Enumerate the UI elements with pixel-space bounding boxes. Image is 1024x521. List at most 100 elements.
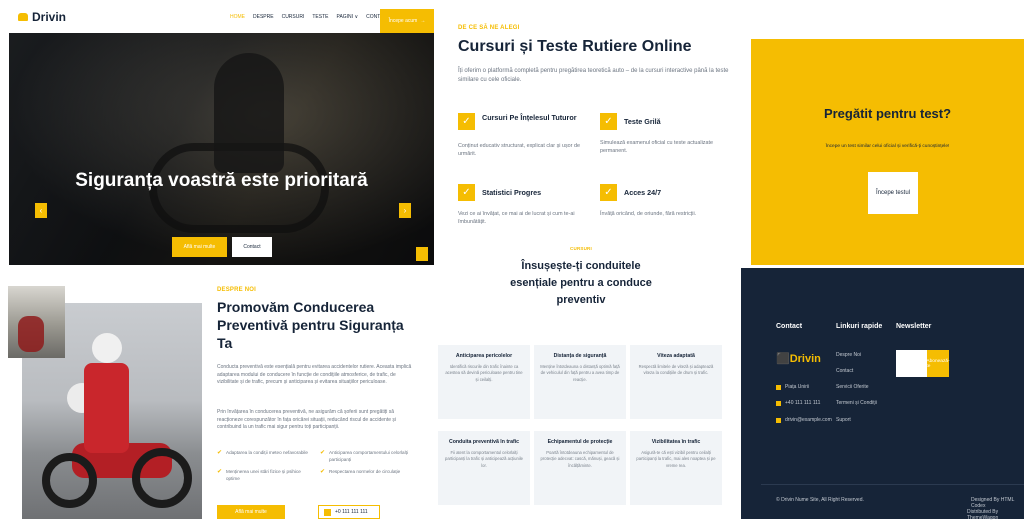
feature-desc: Conținut educativ structurat, explicat c…	[458, 143, 580, 157]
footer-newsletter-heading: Newsletter	[896, 323, 932, 330]
hero-contact-button[interactable]: Contact	[232, 237, 272, 257]
phone-icon	[776, 400, 781, 406]
footer-divider	[761, 484, 1024, 485]
feature-title: Teste Grilă	[624, 117, 661, 126]
map-pin-icon	[776, 384, 781, 390]
hero-carousel: Siguranța voastră este prioritară ‹ › Af…	[9, 33, 434, 265]
secondary-motorcycle-shape	[18, 316, 44, 352]
footer-brand-name: Drivin	[789, 353, 821, 365]
back-to-top-button[interactable]	[416, 247, 428, 261]
start-now-button[interactable]: Începe acum →	[380, 9, 434, 33]
checklist-text: Anticiparea comportamentului celorlalți …	[329, 450, 408, 462]
car-icon: ⬛	[776, 353, 790, 365]
feature-card: ✓ Statistici Progres Vezi ce ai învățat,…	[458, 184, 593, 234]
footer-link[interactable]: Despre Noi	[836, 352, 861, 358]
arrow-right-icon: →	[420, 18, 426, 24]
footer-contact-heading: Contact	[776, 323, 803, 330]
check-icon: ✓	[458, 113, 475, 130]
check-icon: ✔	[217, 469, 223, 475]
feature-card: ✓ Teste Grilă Simulează examenul oficial…	[600, 113, 735, 163]
checklist-text: Adaptarea la condiții meteo nefavorabile	[226, 450, 308, 455]
checklist-item: ✔ Menținerea unei stări fizice și psihice…	[217, 469, 314, 482]
brand-logo[interactable]: Drivin	[18, 10, 66, 24]
cta-text: Începe un test similar celui oficial și …	[825, 144, 950, 149]
header: Drivin HOME DESPRE CURSURI TESTE PAGINI …	[0, 0, 434, 33]
front-wheel-shape	[42, 453, 97, 508]
about-eyebrow: DESPRE NOI	[217, 287, 257, 293]
check-icon: ✓	[600, 113, 617, 130]
phone-icon	[324, 508, 331, 516]
test-cta-section: Pregătit pentru test? Începe un test sim…	[751, 39, 1024, 265]
footer-copyright: © Drivin Nume Site, All Right Reserved.	[776, 497, 864, 503]
check-icon: ✔	[320, 450, 326, 456]
service-title: Echipamentul de protecție	[547, 439, 613, 445]
services-eyebrow: CURSURI	[570, 246, 592, 251]
service-card[interactable]: Vizibilitatea în trafic Asigură-te că eș…	[630, 431, 722, 505]
why-eyebrow: DE CE SĂ NE ALEGI	[458, 25, 520, 31]
service-desc: Respectă limitele de viteză și adaptează…	[638, 364, 714, 376]
check-icon: ✓	[600, 184, 617, 201]
nav-item-cursuri[interactable]: CURSURI	[282, 14, 305, 20]
about-phone-button[interactable]: +0 111 111 111	[318, 505, 380, 519]
service-card[interactable]: Viteza adaptată Respectă limitele de vit…	[630, 345, 722, 419]
service-desc: Poartă întotdeauna echipamentul de prote…	[540, 450, 620, 468]
about-checklist: ✔ Adaptarea la condiții meteo nefavorabil…	[217, 450, 417, 482]
why-subtitle: Îți oferim o platformă completă pentru p…	[458, 68, 729, 83]
nav-item-home[interactable]: HOME	[230, 14, 245, 20]
address-text: Piața Unirii	[785, 384, 810, 390]
footer-link[interactable]: Suport	[836, 417, 851, 423]
footer-credit-distributed[interactable]: Distributed By ThemeWagon	[967, 509, 1024, 521]
service-card[interactable]: Echipamentul de protecție Poartă întotde…	[534, 431, 626, 505]
checklist-text: Menținerea unei stări fizice și psihice …	[226, 469, 301, 481]
rear-wheel-shape	[132, 448, 192, 508]
nav-item-pagini[interactable]: PAGINI ∨	[336, 14, 358, 20]
feature-title: Cursuri Pe Înțelesul Tuturor	[482, 113, 577, 122]
footer-credit-designed[interactable]: Designed By HTML Codex	[971, 497, 1024, 509]
newsletter-subscribe-button[interactable]: Abonează-te	[926, 350, 950, 377]
about-learn-more-button[interactable]: Află mai multe	[217, 505, 285, 519]
feature-card: ✓ Acces 24/7 Învăță oricând, de oriunde,…	[600, 184, 735, 234]
chevron-left-icon: ‹	[39, 206, 43, 215]
footer-link[interactable]: Contact	[836, 368, 853, 374]
service-title: Conduita preventivă în trafic	[448, 439, 520, 445]
service-desc: Identifică riscurile din trafic înainte …	[445, 364, 523, 382]
footer-phone: +40 111 111 111	[776, 400, 820, 406]
service-card[interactable]: Anticiparea pericolelor Identifică riscu…	[438, 345, 530, 419]
phone-text: +40 111 111 111	[785, 400, 821, 406]
feature-desc: Învăță oricând, de oriunde, fără restric…	[600, 211, 697, 217]
carousel-prev-button[interactable]: ‹	[35, 203, 47, 218]
newsletter-email-input[interactable]	[896, 350, 927, 377]
nav-item-teste[interactable]: TESTE	[312, 14, 328, 20]
feature-title: Acces 24/7	[624, 188, 662, 197]
service-title: Viteza adaptată	[657, 353, 695, 359]
check-icon: ✔	[217, 450, 223, 456]
phone-number: +0 111 111 111	[335, 509, 368, 515]
footer-link[interactable]: Termeni și Condiții	[836, 400, 877, 406]
feature-card: ✓ Cursuri Pe Înțelesul Tuturor Conținut …	[458, 113, 593, 163]
check-icon: ✓	[458, 184, 475, 201]
checklist-item: ✔ Respectarea normelor de circulație	[320, 469, 417, 482]
hero-learn-more-button[interactable]: Află mai multe	[172, 237, 227, 257]
service-card[interactable]: Conduita preventivă în trafic Fii atent …	[438, 431, 530, 505]
main-nav: HOME DESPRE CURSURI TESTE PAGINI ∨ CONTA…	[230, 14, 390, 20]
checklist-item: ✔ Anticiparea comportamentului celorlalți…	[320, 450, 417, 463]
rider-helmet-shape	[92, 333, 122, 363]
about-title: Promovăm Conducerea Preventivă pentru Si…	[217, 299, 404, 351]
footer-brand[interactable]: ⬛Drivin	[776, 352, 821, 365]
footer: Contact Linkuri rapide Newsletter ⬛Drivi…	[741, 268, 1024, 521]
service-desc: Asigură-te că ești vizibil pentru ceilal…	[636, 450, 716, 468]
footer-link[interactable]: Servicii Oferite	[836, 384, 869, 390]
footer-links-heading: Linkuri rapide	[836, 323, 883, 330]
cta-title: Pregătit pentru test?	[823, 106, 952, 121]
service-card[interactable]: Distanța de siguranță Menține întotdeaun…	[534, 345, 626, 419]
nav-item-despre[interactable]: DESPRE	[253, 14, 274, 20]
feature-desc: Vezi ce ai învățat, ce mai ai de lucrat …	[458, 211, 575, 225]
service-title: Distanța de siguranță	[553, 353, 607, 359]
start-test-button[interactable]: Începe testul	[868, 172, 918, 214]
services-title: Însușește-ți conduitele esențiale pentru…	[510, 260, 652, 306]
about-paragraph-2: Prin învățarea în conducerea preventivă,…	[217, 409, 396, 430]
about-secondary-image	[8, 286, 65, 358]
carousel-next-button[interactable]: ›	[399, 203, 411, 218]
service-title: Anticiparea pericolelor	[455, 353, 513, 359]
check-icon: ✔	[320, 469, 326, 475]
